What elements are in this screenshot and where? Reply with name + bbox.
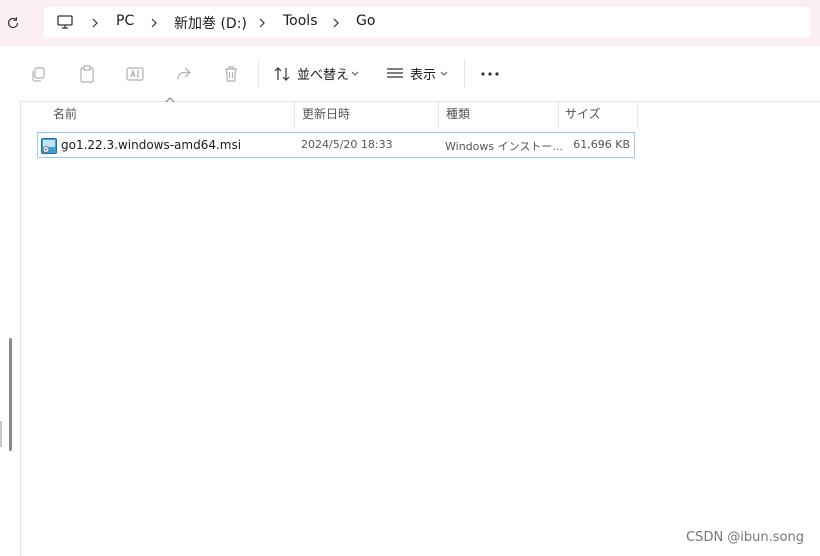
refresh-button[interactable] bbox=[2, 12, 24, 34]
computer-icon[interactable] bbox=[56, 13, 74, 31]
chevron-right-icon[interactable] bbox=[258, 18, 266, 28]
sort-button[interactable]: 並べ替え bbox=[297, 64, 349, 83]
chevron-down-icon[interactable] bbox=[351, 71, 359, 77]
chevron-right-icon[interactable] bbox=[91, 18, 99, 28]
file-type: Windows インストー... bbox=[445, 140, 563, 153]
chevron-right-icon[interactable] bbox=[332, 18, 340, 28]
watermark: CSDN @ibun.song bbox=[686, 530, 804, 545]
file-size: 61,696 KB bbox=[573, 138, 630, 151]
view-list-icon bbox=[387, 68, 403, 78]
scrollbar-thumb[interactable] bbox=[9, 338, 12, 451]
more-options-icon[interactable] bbox=[480, 64, 500, 84]
file-name[interactable]: go1.22.3.windows-amd64.msi bbox=[61, 138, 241, 152]
divider bbox=[258, 59, 259, 89]
paste-button[interactable] bbox=[77, 64, 97, 84]
breadcrumb-tools[interactable]: Tools bbox=[283, 13, 318, 29]
view-icon-wrap[interactable] bbox=[385, 64, 405, 84]
share-button[interactable] bbox=[173, 64, 193, 84]
scrollbar-track bbox=[0, 421, 2, 447]
breadcrumb-pc[interactable]: PC bbox=[116, 13, 134, 29]
column-divider[interactable] bbox=[294, 101, 295, 127]
column-name[interactable]: 名前 bbox=[53, 101, 293, 127]
delete-button[interactable] bbox=[221, 64, 241, 84]
chevron-down-icon[interactable] bbox=[440, 71, 448, 77]
rename-icon bbox=[126, 67, 144, 81]
sort-icon bbox=[274, 67, 290, 81]
command-bar: 並べ替え 表示 bbox=[0, 46, 820, 102]
breadcrumb-drive[interactable]: 新加巻 (D:) bbox=[174, 13, 247, 33]
column-divider[interactable] bbox=[637, 101, 638, 127]
column-date[interactable]: 更新日時 bbox=[302, 101, 432, 127]
trash-icon bbox=[225, 66, 237, 82]
file-row[interactable]: go1.22.3.windows-amd64.msi 2024/5/20 18:… bbox=[37, 132, 635, 158]
title-bar: PC 新加巻 (D:) Tools Go bbox=[0, 0, 820, 46]
column-header: 名前 更新日時 種類 サイズ bbox=[38, 97, 638, 127]
column-type[interactable]: 種類 bbox=[446, 101, 556, 127]
copy-button[interactable] bbox=[28, 64, 48, 84]
msi-installer-icon bbox=[41, 138, 57, 154]
navigation-pane bbox=[0, 101, 21, 556]
file-date: 2024/5/20 18:33 bbox=[301, 138, 393, 151]
breadcrumb-go[interactable]: Go bbox=[356, 13, 375, 29]
column-divider[interactable] bbox=[558, 101, 559, 127]
copy-icon bbox=[32, 67, 45, 82]
chevron-right-icon[interactable] bbox=[150, 18, 158, 28]
divider bbox=[464, 59, 465, 89]
column-divider[interactable] bbox=[438, 101, 439, 127]
refresh-icon bbox=[7, 17, 19, 29]
paste-icon bbox=[80, 65, 94, 83]
share-icon bbox=[176, 67, 191, 80]
view-button[interactable]: 表示 bbox=[410, 64, 436, 83]
rename-button[interactable] bbox=[125, 64, 145, 84]
address-bar[interactable]: PC 新加巻 (D:) Tools Go bbox=[44, 7, 810, 38]
sort-icon-wrap[interactable] bbox=[272, 64, 292, 84]
column-size[interactable]: サイズ bbox=[565, 101, 635, 127]
